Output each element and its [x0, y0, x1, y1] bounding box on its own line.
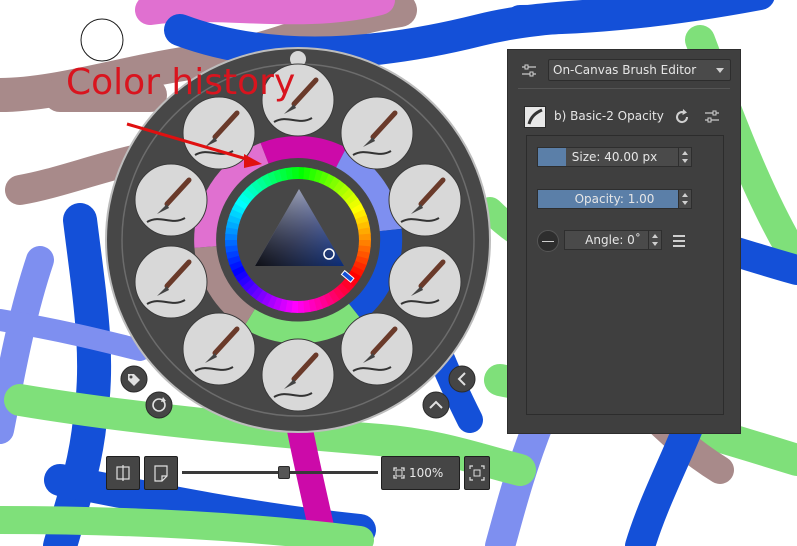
mirror-view-button[interactable]: [106, 456, 140, 490]
brush-preset-blender[interactable]: [261, 338, 335, 412]
reload-palette-button[interactable]: [145, 391, 173, 419]
angle-dial[interactable]: [537, 230, 559, 252]
brush-settings-icon[interactable]: [702, 107, 722, 127]
brush-preset-bristle-brush[interactable]: [134, 245, 208, 319]
size-stepper[interactable]: [678, 148, 691, 166]
zoom-value: 100%: [409, 466, 444, 480]
opacity-value: Opacity: 1.00: [574, 192, 655, 206]
brush-preset-fine-brush[interactable]: [388, 245, 462, 319]
brush-options-box: Size: 40.00 px Opacity: 1.00 Angle: 0˚: [526, 135, 724, 415]
brush-preset-watercolor[interactable]: [134, 163, 208, 237]
reload-brush-icon[interactable]: [672, 107, 692, 127]
editor-mode-value: On-Canvas Brush Editor: [553, 63, 697, 77]
current-brush-row: b) Basic-2 Opacity: [524, 106, 734, 128]
divider: [518, 88, 730, 89]
mirror-icon: [116, 465, 130, 481]
brush-preset-airbrush[interactable]: [388, 163, 462, 237]
fit-screen-icon: [469, 465, 485, 481]
opacity-spinbox[interactable]: Opacity: 1.00: [537, 189, 692, 209]
brush-preset-eraser[interactable]: [340, 96, 414, 170]
brush-editor-panel: On-Canvas Brush Editor b) Basic-2 Opacit…: [507, 49, 741, 434]
brush-preset-wide-brush[interactable]: [182, 312, 256, 386]
zoom-fit-icon: [393, 467, 405, 479]
angle-value: Angle: 0˚: [585, 233, 641, 247]
zoom-slider-handle[interactable]: [277, 466, 290, 479]
zoom-label-wrap: 100%: [381, 456, 460, 490]
history-color-0: [260, 136, 347, 168]
brush-name: b) Basic-2 Opacity: [554, 109, 664, 123]
size-spinbox[interactable]: Size: 40.00 px: [537, 147, 692, 167]
page-icon: [154, 465, 168, 482]
chevron-down-icon: [716, 68, 724, 73]
tag-button[interactable]: [120, 365, 148, 393]
show-more-button[interactable]: [422, 391, 450, 419]
size-slider-fill: [538, 148, 567, 166]
clear-canvas-button[interactable]: [144, 456, 178, 490]
size-value: Size: 40.00 px: [571, 150, 658, 164]
angle-spinbox[interactable]: Angle: 0˚: [564, 230, 662, 250]
collapse-panel-button[interactable]: [448, 365, 476, 393]
menu-icon[interactable]: [673, 235, 685, 247]
opacity-stepper[interactable]: [678, 190, 691, 208]
brush-preset-pencil[interactable]: [340, 312, 414, 386]
sliders-icon[interactable]: [520, 62, 538, 80]
editor-mode-dropdown[interactable]: On-Canvas Brush Editor: [548, 59, 731, 81]
brush-thumbnail[interactable]: [524, 106, 546, 128]
annotation-label: Color history: [66, 62, 296, 103]
fit-to-view-button[interactable]: [464, 456, 490, 490]
angle-stepper[interactable]: [648, 231, 661, 249]
